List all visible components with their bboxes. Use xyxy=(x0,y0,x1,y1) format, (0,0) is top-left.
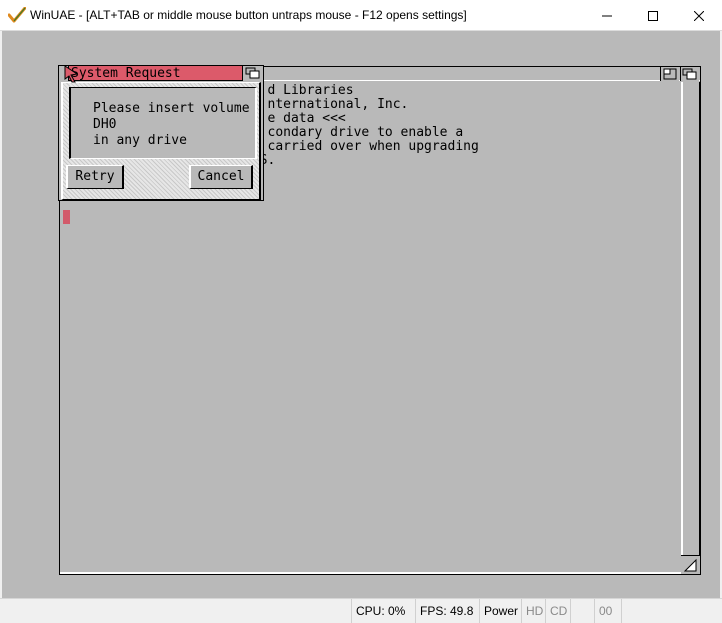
message-line: DH0 xyxy=(93,117,117,132)
requester-message-box: Please insert volume DH0 in any drive xyxy=(69,87,257,159)
cancel-button[interactable]: Cancel xyxy=(189,165,253,189)
requester-title: System Request xyxy=(71,66,181,81)
minimize-button[interactable] xyxy=(584,0,630,31)
system-request-dialog[interactable]: System Request Please insert volume DH0 … xyxy=(58,65,264,201)
window-title: WinUAE - [ALT+TAB or middle mouse button… xyxy=(30,8,467,22)
requester-body: Please insert volume DH0 in any drive Re… xyxy=(61,82,261,200)
zoom-icon xyxy=(663,68,677,80)
status-bar: CPU: 0% FPS: 49.8 Power HD CD 00 xyxy=(0,598,722,623)
requester-message: Please insert volume DH0 in any drive xyxy=(93,102,250,148)
close-button[interactable] xyxy=(676,0,722,31)
minimize-icon xyxy=(602,15,612,16)
message-line: in any drive xyxy=(93,133,187,148)
resize-gadget[interactable] xyxy=(681,555,700,574)
winuae-check-icon xyxy=(8,7,26,23)
status-spacer xyxy=(570,599,594,623)
retry-button[interactable]: Retry xyxy=(66,165,124,189)
cpu-usage: CPU: 0% xyxy=(351,599,409,623)
mouse-pointer-icon xyxy=(64,65,79,83)
shell-bottom-border xyxy=(60,572,681,574)
fps-readout: FPS: 49.8 xyxy=(415,599,477,623)
zoom-gadget[interactable] xyxy=(660,67,679,81)
depth-icon xyxy=(245,67,260,79)
resize-icon xyxy=(683,558,697,572)
amiga-screen[interactable]: d Libraries nternational, Inc. e data <<… xyxy=(2,31,720,598)
shell-scrollbar[interactable] xyxy=(681,82,700,574)
status-filler xyxy=(621,599,722,623)
hd-led: HD xyxy=(521,599,547,623)
close-icon xyxy=(694,10,704,21)
maximize-icon xyxy=(648,10,658,21)
cd-led: CD xyxy=(545,599,571,623)
window-titlebar[interactable]: WinUAE - [ALT+TAB or middle mouse button… xyxy=(0,0,722,31)
message-line: Please insert volume xyxy=(93,101,250,116)
depth-gadget[interactable] xyxy=(680,67,699,81)
requester-titlebar[interactable]: System Request xyxy=(59,66,263,81)
depth-icon xyxy=(682,68,697,80)
power-led[interactable]: Power xyxy=(479,599,522,623)
maximize-button[interactable] xyxy=(630,0,676,31)
text-cursor xyxy=(63,210,70,224)
requester-depth-gadget[interactable] xyxy=(242,66,263,81)
drive-track[interactable]: 00 xyxy=(594,599,616,623)
